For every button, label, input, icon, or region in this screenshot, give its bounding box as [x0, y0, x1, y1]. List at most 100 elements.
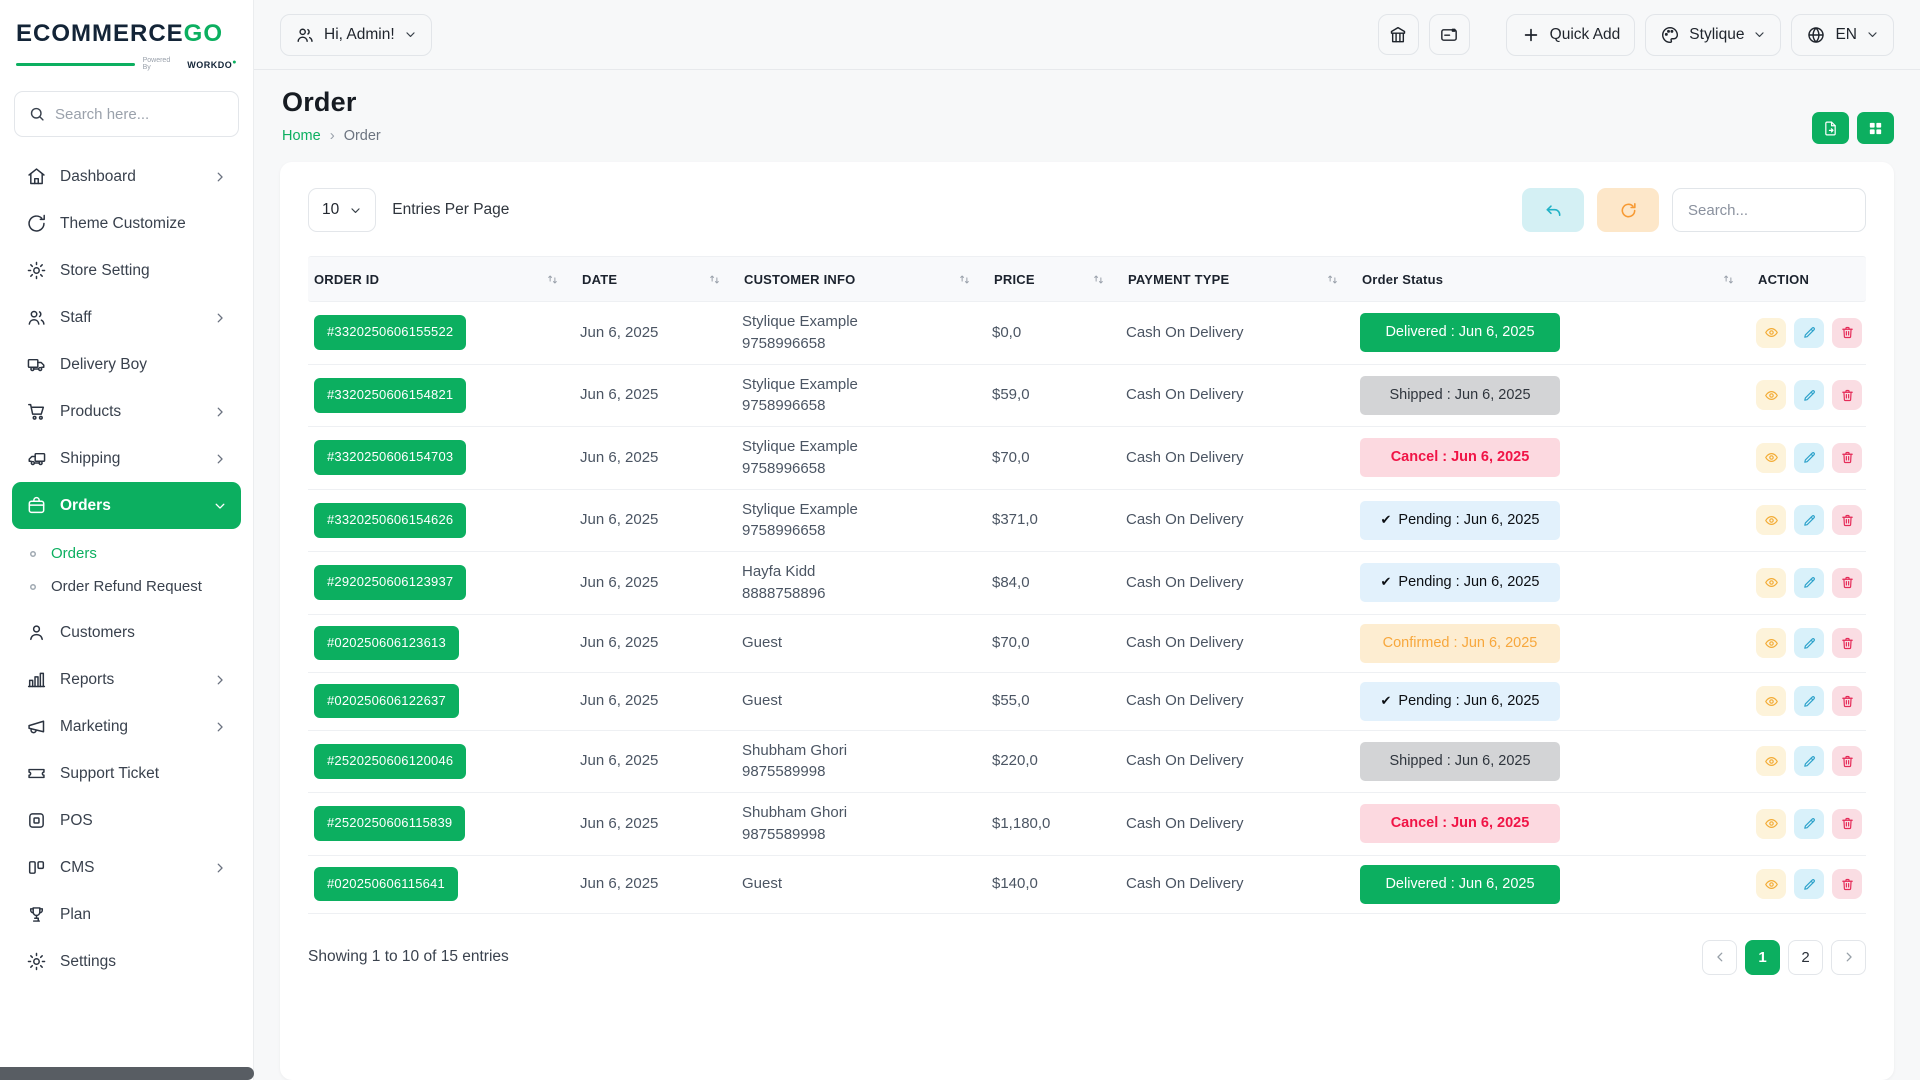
- delete-order-button[interactable]: [1832, 746, 1862, 776]
- edit-order-button[interactable]: [1794, 380, 1824, 410]
- sidebar-item-theme-customize[interactable]: Theme Customize: [0, 200, 253, 247]
- view-order-button[interactable]: [1756, 568, 1786, 598]
- sidebar-subitem-order-refund-request[interactable]: Order Refund Request: [0, 570, 253, 603]
- column-header-label: PRICE: [994, 272, 1035, 287]
- view-order-button[interactable]: [1756, 746, 1786, 776]
- column-header-order-status[interactable]: Order Status: [1360, 260, 1756, 299]
- grid-view-button[interactable]: [1857, 112, 1894, 144]
- column-header-price[interactable]: PRICE: [992, 260, 1126, 299]
- order-status-badge: Cancel : Jun 6, 2025: [1360, 438, 1560, 477]
- language-select-button[interactable]: EN: [1791, 14, 1894, 56]
- export-button[interactable]: [1812, 112, 1849, 144]
- sidebar-item-cms[interactable]: CMS: [0, 844, 253, 891]
- view-order-button[interactable]: [1756, 628, 1786, 658]
- card-button[interactable]: [1429, 14, 1470, 55]
- order-id-badge[interactable]: #2520250606115839: [314, 806, 465, 841]
- delete-order-button[interactable]: [1832, 380, 1862, 410]
- previous-page-button[interactable]: [1702, 940, 1737, 975]
- order-price: $0,0: [992, 322, 1126, 344]
- cms-icon: [26, 857, 47, 878]
- edit-order-button[interactable]: [1794, 318, 1824, 348]
- delete-order-button[interactable]: [1832, 869, 1862, 899]
- edit-order-button[interactable]: [1794, 686, 1824, 716]
- edit-order-button[interactable]: [1794, 505, 1824, 535]
- edit-order-button[interactable]: [1794, 628, 1824, 658]
- view-order-button[interactable]: [1756, 809, 1786, 839]
- payment-type: Cash On Delivery: [1126, 447, 1360, 469]
- delete-order-button[interactable]: [1832, 318, 1862, 348]
- horizontal-scrollbar[interactable]: [0, 1067, 254, 1080]
- shipping-truck-icon: [26, 448, 47, 469]
- edit-order-button[interactable]: [1794, 746, 1824, 776]
- order-id-badge[interactable]: #3320250606154703: [314, 440, 466, 475]
- order-id-badge[interactable]: #2920250606123937: [314, 565, 466, 600]
- sidebar-subitem-orders[interactable]: Orders: [0, 537, 253, 570]
- sidebar-item-shipping[interactable]: Shipping: [0, 435, 253, 482]
- table-search-input[interactable]: [1672, 188, 1866, 232]
- view-order-button[interactable]: [1756, 318, 1786, 348]
- customer-info: Guest: [742, 690, 992, 712]
- order-id-badge[interactable]: #020250606123613: [314, 626, 459, 661]
- sidebar-item-staff[interactable]: Staff: [0, 294, 253, 341]
- breadcrumb-home-link[interactable]: Home: [282, 128, 321, 144]
- quick-add-button[interactable]: Quick Add: [1506, 14, 1636, 56]
- edit-order-button[interactable]: [1794, 869, 1824, 899]
- order-id-badge[interactable]: #020250606122637: [314, 684, 459, 719]
- delete-order-button[interactable]: [1832, 505, 1862, 535]
- delete-order-button[interactable]: [1832, 686, 1862, 716]
- order-id-badge[interactable]: #3320250606154626: [314, 503, 466, 538]
- view-order-button[interactable]: [1756, 869, 1786, 899]
- order-id-badge[interactable]: #3320250606154821: [314, 378, 466, 413]
- sidebar-search-input[interactable]: [55, 106, 225, 123]
- column-header-order-id[interactable]: ORDER ID: [308, 260, 580, 299]
- edit-order-button[interactable]: [1794, 443, 1824, 473]
- edit-order-button[interactable]: [1794, 809, 1824, 839]
- brand-logo[interactable]: ECOMMERCEGO Powered By WORKDO●: [0, 0, 253, 71]
- sidebar-item-label: POS: [60, 812, 227, 830]
- sidebar-item-settings[interactable]: Settings: [0, 938, 253, 985]
- reset-filters-button[interactable]: [1522, 188, 1584, 232]
- sidebar-item-marketing[interactable]: Marketing: [0, 703, 253, 750]
- next-page-button[interactable]: [1831, 940, 1866, 975]
- table-row: #3320250606154703Jun 6, 2025Stylique Exa…: [308, 427, 1866, 490]
- order-price: $59,0: [992, 384, 1126, 406]
- sidebar-item-store-setting[interactable]: Store Setting: [0, 247, 253, 294]
- column-header-customer-info[interactable]: CUSTOMER INFO: [742, 260, 992, 299]
- delete-order-button[interactable]: [1832, 628, 1862, 658]
- sidebar-item-support-ticket[interactable]: Support Ticket: [0, 750, 253, 797]
- sidebar-item-dashboard[interactable]: Dashboard: [0, 153, 253, 200]
- entries-per-page-select[interactable]: 10: [308, 188, 376, 232]
- sidebar-item-label: Products: [60, 403, 200, 421]
- sidebar-item-customers[interactable]: Customers: [0, 609, 253, 656]
- sidebar-item-delivery-boy[interactable]: Delivery Boy: [0, 341, 253, 388]
- view-order-button[interactable]: [1756, 380, 1786, 410]
- edit-order-button[interactable]: [1794, 568, 1824, 598]
- view-order-button[interactable]: [1756, 505, 1786, 535]
- page-2-button[interactable]: 2: [1788, 940, 1823, 975]
- sidebar-item-label: Store Setting: [60, 262, 227, 280]
- order-id-badge[interactable]: #020250606115641: [314, 867, 458, 902]
- view-order-button[interactable]: [1756, 686, 1786, 716]
- sidebar-item-plan[interactable]: Plan: [0, 891, 253, 938]
- theme-select-button[interactable]: Stylique: [1645, 14, 1781, 56]
- sidebar-item-reports[interactable]: Reports: [0, 656, 253, 703]
- delete-order-button[interactable]: [1832, 568, 1862, 598]
- refresh-button[interactable]: [1597, 188, 1659, 232]
- order-id-badge[interactable]: #2520250606120046: [314, 744, 466, 779]
- customer-info: Guest: [742, 632, 992, 654]
- trash-icon: [1840, 513, 1855, 528]
- order-id-badge[interactable]: #3320250606155522: [314, 315, 466, 350]
- sidebar-item-orders[interactable]: Orders: [12, 482, 241, 529]
- view-order-button[interactable]: [1756, 443, 1786, 473]
- storefront-button[interactable]: [1378, 14, 1419, 55]
- column-header-date[interactable]: DATE: [580, 260, 742, 299]
- page-1-button[interactable]: 1: [1745, 940, 1780, 975]
- sidebar-item-products[interactable]: Products: [0, 388, 253, 435]
- column-header-payment-type[interactable]: PAYMENT TYPE: [1126, 260, 1360, 299]
- home-icon: [26, 166, 47, 187]
- admin-profile-button[interactable]: Hi, Admin!: [280, 14, 432, 56]
- delete-order-button[interactable]: [1832, 809, 1862, 839]
- sidebar-item-label: Marketing: [60, 718, 200, 736]
- delete-order-button[interactable]: [1832, 443, 1862, 473]
- sidebar-item-pos[interactable]: POS: [0, 797, 253, 844]
